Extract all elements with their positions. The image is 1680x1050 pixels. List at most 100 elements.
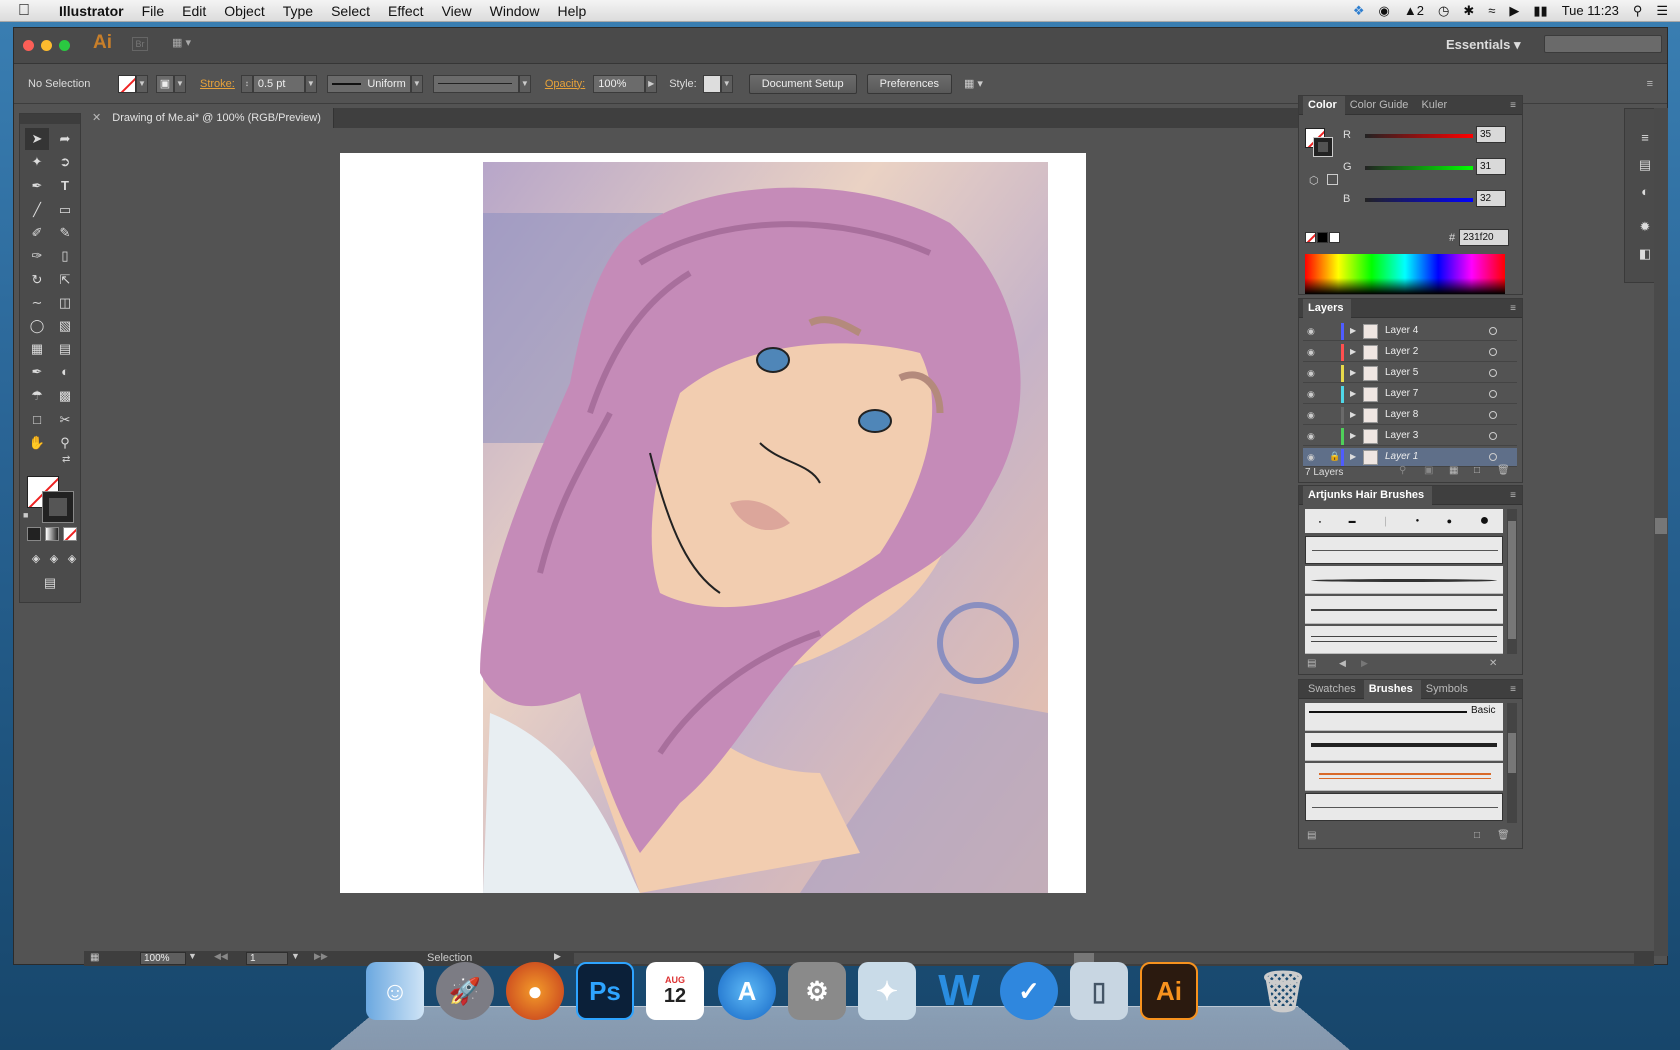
pen-tool-icon[interactable]: ✒ — [25, 175, 49, 197]
expand-triangle-icon[interactable]: ▶ — [1350, 410, 1356, 419]
arrange-icon[interactable]: ▦ ▾ — [964, 77, 983, 90]
draw-inside-icon[interactable]: ◈ — [60, 548, 84, 570]
expand-triangle-icon[interactable]: ▶ — [1350, 368, 1356, 377]
new-brush-icon[interactable]: □ — [1474, 830, 1480, 841]
artboard-tool-icon[interactable]: □ — [25, 409, 49, 431]
dock-wunderlist-icon[interactable]: ✓ — [1000, 962, 1058, 1020]
blend-tool-icon[interactable]: ◐ — [53, 361, 77, 383]
expand-triangle-icon[interactable]: ▶ — [1350, 431, 1356, 440]
control-panel-menu-icon[interactable]: ≡ — [1647, 78, 1653, 90]
hair-brushes-scrollbar[interactable] — [1507, 509, 1517, 654]
expand-triangle-icon[interactable]: ▶ — [1350, 389, 1356, 398]
tab-hair-brushes[interactable]: Artjunks Hair Brushes — [1303, 485, 1433, 505]
stroke-weight-field[interactable]: 0.5 pt — [252, 74, 305, 93]
volume-icon[interactable]: ▶ — [1509, 3, 1519, 19]
delete-layer-icon[interactable]: 🗑 — [1497, 465, 1510, 476]
brush-dot-5[interactable]: ● — [1447, 516, 1452, 526]
menu-select[interactable]: Select — [322, 3, 379, 19]
tab-color-guide[interactable]: Color Guide — [1345, 96, 1417, 115]
layer-row[interactable]: ◉ 🔒 ▶ Layer 1 — [1303, 448, 1517, 467]
expand-triangle-icon[interactable]: ▶ — [1350, 452, 1356, 461]
layer-name[interactable]: Layer 4 — [1385, 325, 1418, 336]
menu-edit[interactable]: Edit — [173, 3, 215, 19]
layer-name[interactable]: Layer 2 — [1385, 346, 1418, 357]
menu-type[interactable]: Type — [274, 3, 322, 19]
clipping-mask-icon[interactable]: ▣ — [1424, 465, 1433, 476]
hair-brush-3[interactable] — [1305, 596, 1503, 624]
rectangle-tool-icon[interactable]: ▭ — [53, 199, 77, 221]
document-tab[interactable]: ✕ Drawing of Me.ai* @ 100% (RGB/Preview) — [84, 108, 334, 128]
blue-slider[interactable] — [1365, 198, 1473, 202]
brush-dot-6[interactable]: ● — [1480, 512, 1490, 530]
artboard[interactable] — [340, 153, 1086, 927]
selection-tool-icon[interactable]: ➤ — [25, 128, 49, 150]
hair-brush-2[interactable] — [1305, 566, 1503, 594]
brush-dot-2[interactable]: ▬ — [1349, 518, 1356, 525]
hair-brushes-menu-icon[interactable]: ≡ — [1510, 490, 1522, 501]
screen-mode-icon[interactable]: ▤ — [38, 572, 62, 594]
magic-wand-tool-icon[interactable]: ✦ — [25, 151, 49, 173]
zoom-level-field[interactable]: 100% — [140, 952, 186, 965]
document-setup-button[interactable]: Document Setup — [748, 73, 857, 94]
menu-file[interactable]: File — [133, 3, 174, 19]
arrange-documents-icon[interactable]: ▦ ▾ — [172, 36, 198, 52]
zoom-window-button[interactable] — [59, 40, 70, 51]
layer-row[interactable]: ◉ ▶ Layer 7 — [1303, 385, 1517, 404]
tab-kuler[interactable]: Kuler — [1416, 96, 1455, 115]
dock-launchpad-icon[interactable]: 🚀 — [436, 962, 494, 1020]
preferences-button[interactable]: Preferences — [866, 73, 952, 94]
dock-preview-icon[interactable]: ✦ — [858, 962, 916, 1020]
tools-panel-grip[interactable] — [20, 114, 80, 124]
tab-swatches[interactable]: Swatches — [1303, 680, 1364, 699]
visibility-eye-icon[interactable]: ◉ — [1307, 431, 1315, 442]
target-circle-icon[interactable] — [1489, 390, 1497, 398]
color-spectrum[interactable] — [1305, 254, 1505, 294]
menu-view[interactable]: View — [433, 3, 481, 19]
visibility-eye-icon[interactable]: ◉ — [1307, 410, 1315, 421]
layer-name[interactable]: Layer 7 — [1385, 388, 1418, 399]
line-tool-icon[interactable]: ╱ — [25, 199, 49, 221]
layer-row[interactable]: ◉ ▶ Layer 5 — [1303, 364, 1517, 383]
target-circle-icon[interactable] — [1489, 348, 1497, 356]
color-panel-stroke-box[interactable] — [1313, 137, 1333, 157]
clock[interactable]: Tue 11:23 — [1562, 3, 1619, 18]
minimize-window-button[interactable] — [41, 40, 52, 51]
target-circle-icon[interactable] — [1489, 411, 1497, 419]
tab-color[interactable]: Color — [1303, 95, 1345, 115]
color-panel-menu-icon[interactable]: ≡ — [1510, 100, 1522, 111]
close-document-icon[interactable]: ✕ — [92, 112, 101, 124]
previous-library-icon[interactable]: ◀ — [1339, 658, 1346, 669]
creative-cloud-icon[interactable]: ◉ — [1379, 3, 1390, 19]
slice-tool-icon[interactable]: ✂ — [53, 409, 77, 431]
paintbrush-tool-icon[interactable]: ✐ — [25, 222, 49, 244]
layer-row[interactable]: ◉ ▶ Layer 3 — [1303, 427, 1517, 446]
menu-object[interactable]: Object — [215, 3, 273, 19]
layer-name[interactable]: Layer 3 — [1385, 430, 1418, 441]
dock-photoshop-icon[interactable]: Ps — [576, 962, 634, 1020]
hand-tool-icon[interactable]: ✋ — [25, 432, 49, 454]
fill-swatch[interactable] — [118, 74, 136, 93]
visibility-eye-icon[interactable]: ◉ — [1307, 347, 1315, 358]
zoom-tool-icon[interactable]: ⚲ — [53, 432, 77, 454]
artwork-drawing[interactable] — [340, 153, 1086, 927]
brushes-panel-menu-icon[interactable]: ≡ — [1510, 684, 1522, 695]
dock-illustrator-icon[interactable]: Ai — [1140, 962, 1198, 1020]
hex-value-field[interactable]: 231f20 — [1459, 229, 1509, 246]
stroke-weight-dropdown[interactable]: ▼ — [304, 74, 317, 93]
dock-system-preferences-icon[interactable]: ⚙ — [788, 962, 846, 1020]
brushes-scrollbar[interactable] — [1507, 703, 1517, 823]
symbol-sprayer-tool-icon[interactable]: ☂ — [25, 385, 49, 407]
brush-dot-1[interactable]: ● — [1319, 519, 1321, 524]
expand-triangle-icon[interactable]: ▶ — [1350, 347, 1356, 356]
layer-name[interactable]: Layer 1 — [1385, 451, 1418, 462]
expand-triangle-icon[interactable]: ▶ — [1350, 326, 1356, 335]
menu-window[interactable]: Window — [481, 3, 549, 19]
eyedropper-tool-icon[interactable]: ✒ — [25, 361, 49, 383]
menu-app-name[interactable]: Illustrator — [50, 3, 133, 19]
vertical-scrollbar[interactable] — [1654, 108, 1668, 956]
hair-pattern-brush[interactable] — [1305, 793, 1503, 821]
gradient-tool-icon[interactable]: ▤ — [53, 338, 77, 360]
blob-brush-tool-icon[interactable]: ✑ — [25, 245, 49, 267]
locate-object-icon[interactable]: ⚲ — [1399, 465, 1406, 476]
bridge-button[interactable]: Br — [132, 37, 148, 51]
